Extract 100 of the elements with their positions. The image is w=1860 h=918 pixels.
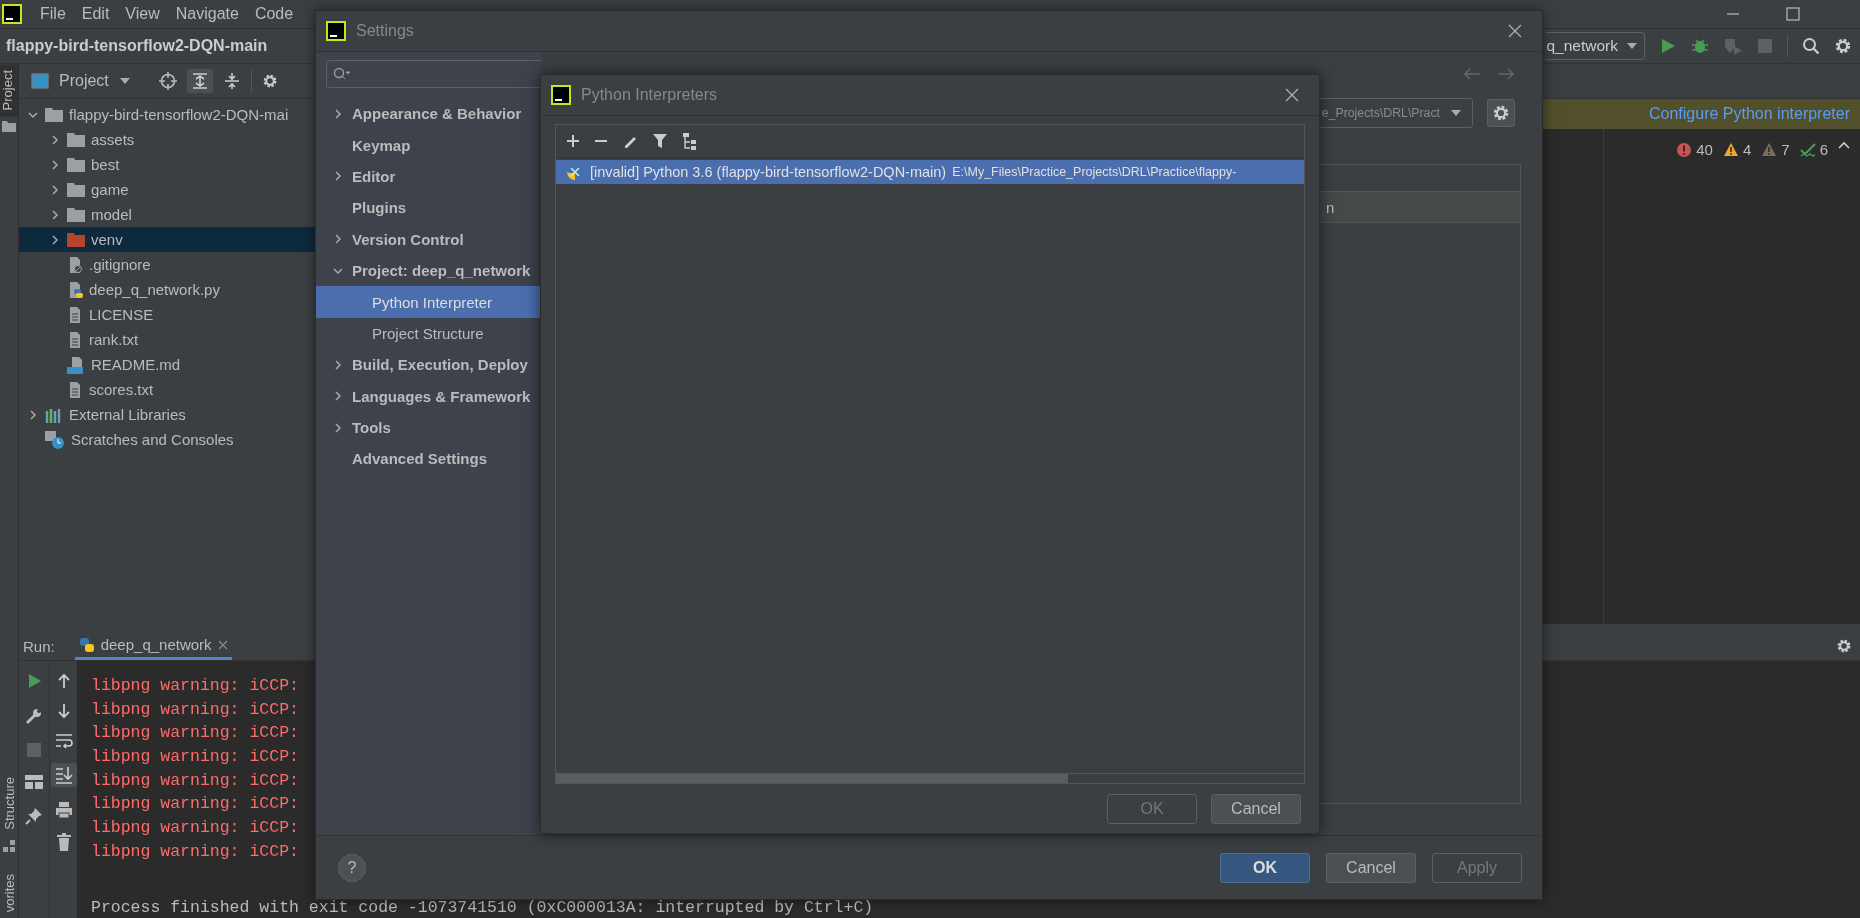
run-icon[interactable] [1659, 37, 1677, 55]
arrow-down-icon[interactable] [56, 703, 71, 719]
folder-icon [67, 132, 85, 147]
console-line: libpng warning: iCCP: [91, 793, 299, 816]
chevron-icon[interactable] [50, 159, 60, 170]
console-line: libpng warning: iCCP: [91, 840, 299, 863]
filter-icon[interactable] [652, 133, 668, 149]
structure-icon [3, 839, 15, 852]
chevron-icon[interactable] [28, 409, 38, 420]
gear-icon [1492, 104, 1510, 122]
console-line: libpng warning: iCCP: [91, 746, 299, 769]
close-icon[interactable] [1285, 88, 1299, 102]
chevron-icon[interactable] [333, 391, 343, 402]
chevron-icon[interactable] [333, 234, 343, 245]
close-icon[interactable] [1508, 24, 1522, 38]
check-icon [1799, 141, 1816, 158]
trash-icon[interactable] [55, 833, 72, 851]
menu-item[interactable]: View [117, 5, 168, 23]
inspection-count[interactable]: 6 [1819, 141, 1828, 158]
console-line: Process finished with exit code -1073741510 (0xC000013A: interrupted by Ctrl+C) [91, 898, 874, 916]
scroll-to-end-icon[interactable] [50, 763, 77, 787]
chevron-icon[interactable] [333, 171, 343, 182]
chevron-icon[interactable] [50, 209, 60, 220]
maximize-icon[interactable] [1786, 7, 1800, 21]
panel-title[interactable]: Project [59, 72, 109, 90]
arrow-up-icon[interactable] [56, 673, 71, 689]
dialog-button[interactable]: OK [1220, 852, 1310, 883]
dialog-button[interactable]: Cancel [1326, 852, 1416, 883]
text-file-icon [67, 305, 83, 324]
console-line: libpng warning: iCCP: [91, 722, 299, 745]
chevron-icon[interactable] [50, 234, 60, 245]
chevron-icon[interactable] [50, 184, 60, 195]
inspection-count[interactable]: 40 [1696, 141, 1713, 158]
add-icon[interactable] [566, 134, 580, 148]
menu-item[interactable]: Edit [73, 5, 118, 23]
folder-icon [67, 182, 85, 197]
error-icon [1676, 141, 1693, 158]
layout-icon[interactable] [25, 775, 43, 789]
caret-icon [1626, 42, 1638, 50]
breadcrumb[interactable]: flappy-bird-tensorflow2-DQN-main [0, 37, 268, 55]
settings-nav-item[interactable]: Python Interpreter [316, 286, 541, 318]
search-field[interactable] [326, 60, 541, 88]
run-icon[interactable] [26, 673, 42, 689]
chevron-icon[interactable] [333, 108, 343, 119]
expand-all-icon[interactable] [186, 69, 213, 93]
help-button[interactable]: ? [338, 853, 366, 882]
scratches-icon [45, 430, 65, 449]
run-config-dropdown[interactable]: q_network [1546, 32, 1645, 60]
menu-item[interactable]: File [32, 5, 74, 23]
python-icon [78, 636, 95, 653]
chevron-icon[interactable] [333, 359, 343, 370]
close-icon[interactable] [217, 639, 228, 650]
console-line: libpng warning: iCCP: [91, 769, 299, 792]
crosshair-icon[interactable] [158, 72, 177, 90]
run-tab[interactable]: deep_q_network [74, 632, 232, 660]
bug-icon[interactable] [1691, 37, 1709, 55]
folder-icon [67, 207, 85, 222]
warning-icon [1761, 142, 1778, 157]
menu-item[interactable]: Code [246, 5, 302, 23]
folder-icon [67, 232, 85, 247]
caret-icon[interactable] [118, 77, 131, 85]
tool-window-tab[interactable]: Project [0, 64, 18, 117]
app-logo-icon [551, 85, 571, 105]
file-icon [67, 255, 83, 274]
configure-interpreter-link[interactable]: Configure Python interpreter [1649, 105, 1850, 123]
console-line: libpng warning: iCCP: [91, 817, 299, 840]
wrap-icon[interactable] [54, 733, 73, 749]
search-icon[interactable] [1802, 37, 1820, 55]
inspection-count[interactable]: 7 [1781, 141, 1790, 158]
scrollbar-thumb[interactable] [556, 774, 1068, 783]
chevron-icon[interactable] [50, 134, 60, 145]
tool-window-tab[interactable]: vorites [1, 873, 17, 918]
folder-icon [2, 120, 16, 133]
folder-icon [45, 107, 63, 122]
text-file-icon [67, 330, 83, 349]
print-icon[interactable] [54, 801, 73, 819]
settings-icon[interactable] [261, 73, 278, 89]
pin-icon[interactable] [25, 807, 43, 825]
interpreter-row[interactable]: [invalid] Python 3.6 (flappy-bird-tensorflow2-DQN-main) E:\My_Files\Practice_Projects\DRL\Practice\flappy- [556, 160, 1304, 184]
console-line: libpng warning: iCCP: [91, 675, 299, 697]
tab-label: deep_q_network [100, 636, 212, 653]
chevron-icon[interactable] [1838, 141, 1850, 149]
dialog-title: Python Interpreters [581, 86, 718, 104]
chevron-icon[interactable] [333, 265, 343, 276]
search-icon [333, 67, 351, 81]
text-file-icon [67, 380, 83, 399]
chevron-icon[interactable] [333, 422, 343, 433]
settings-button[interactable] [1487, 99, 1515, 127]
wrench-icon[interactable] [25, 707, 43, 725]
app-logo-icon [326, 21, 346, 41]
dialog-button[interactable]: Cancel [1211, 793, 1301, 824]
settings-icon[interactable] [1836, 638, 1852, 654]
caret-icon [1450, 109, 1462, 117]
menu-item[interactable]: Navigate [167, 5, 247, 23]
tool-window-tab[interactable]: Structure [1, 770, 17, 836]
inspection-count[interactable]: 4 [1742, 141, 1752, 158]
warning-icon [1722, 142, 1739, 157]
collapse-all-icon[interactable] [222, 72, 241, 90]
chevron-icon[interactable] [28, 109, 38, 120]
settings-icon[interactable] [1834, 37, 1852, 55]
